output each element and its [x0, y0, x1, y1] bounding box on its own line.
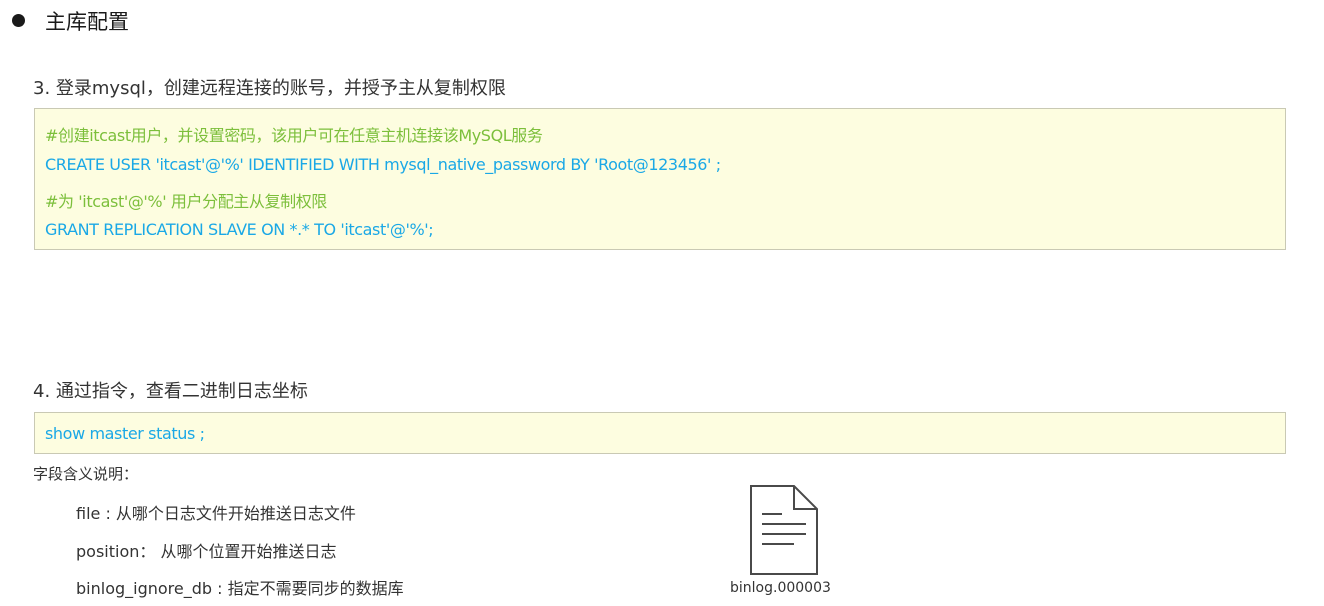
code-block-create-user: #创建itcast用户，并设置密码，该用户可在任意主机连接该MySQL服务 CR… [34, 108, 1286, 250]
step-4-title: 4. 通过指令，查看二进制日志坐标 [33, 381, 308, 402]
code-statement-line: show master status ; [45, 424, 205, 443]
code-comment-line: #创建itcast用户，并设置密码，该用户可在任意主机连接该MySQL服务 [45, 126, 543, 145]
code-statement-line: CREATE USER 'itcast'@'%' IDENTIFIED WITH… [45, 155, 721, 174]
code-comment-line: #为 'itcast'@'%' 用户分配主从复制权限 [45, 192, 327, 211]
bullet-dot [12, 14, 25, 27]
section-title: 主库配置 [45, 10, 129, 34]
field-description-binlog-ignore-db: binlog_ignore_db : 指定不需要同步的数据库 [76, 579, 404, 598]
code-block-show-status: show master status ; [34, 412, 1286, 454]
step-3-title: 3. 登录mysql，创建远程连接的账号，并授予主从复制权限 [33, 78, 506, 99]
field-description-file: file : 从哪个日志文件开始推送日志文件 [76, 504, 356, 523]
field-description-position: position： 从哪个位置开始推送日志 [76, 542, 337, 561]
field-description-title: 字段含义说明： [33, 465, 139, 483]
document-icon [748, 484, 820, 576]
file-label: binlog.000003 [730, 580, 831, 596]
code-statement-line: GRANT REPLICATION SLAVE ON *.* TO 'itcas… [45, 220, 434, 239]
